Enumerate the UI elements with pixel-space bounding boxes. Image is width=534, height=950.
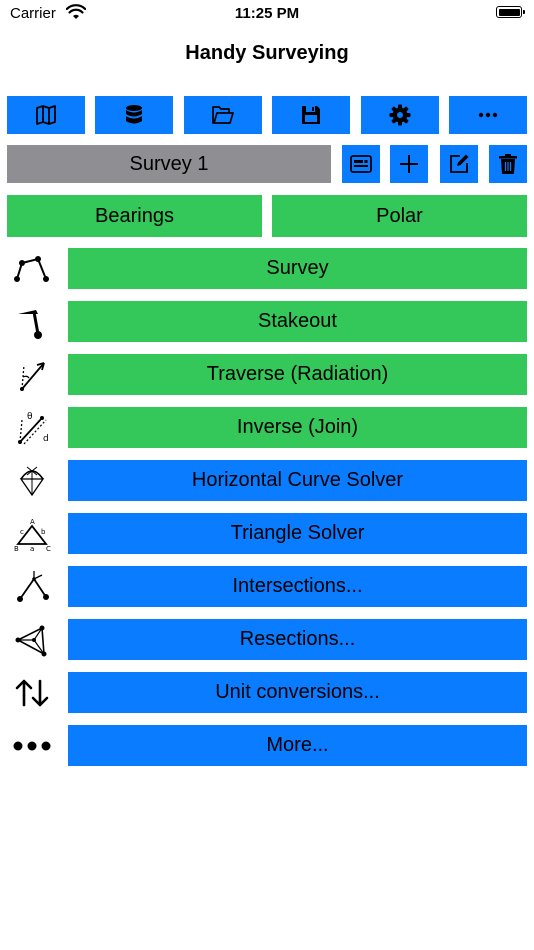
survey-name-field[interactable]: Survey 1	[7, 145, 331, 183]
polar-button[interactable]: Polar	[272, 195, 527, 237]
survey-icon	[8, 248, 56, 290]
edit-survey-button[interactable]	[440, 145, 478, 183]
stakeout-button[interactable]: Stakeout	[68, 301, 527, 342]
save-button[interactable]	[272, 96, 350, 134]
svg-text:θ: θ	[27, 412, 33, 422]
inverse-button[interactable]: Inverse (Join)	[68, 407, 527, 448]
traverse-button[interactable]: Traverse (Radiation)	[68, 354, 527, 395]
ellipsis-icon	[478, 112, 498, 118]
status-bar: Carrier 11:25 PM	[0, 0, 534, 28]
database-button[interactable]	[95, 96, 173, 134]
details-icon	[350, 155, 372, 173]
map-button[interactable]	[7, 96, 85, 134]
triangle-icon: A c b B a C	[8, 513, 56, 555]
triangle-solver-button[interactable]: Triangle Solver	[68, 513, 527, 554]
intersections-icon	[8, 566, 56, 608]
svg-text:c: c	[20, 528, 24, 536]
status-time: 11:25 PM	[234, 5, 300, 22]
unit-conversion-icon	[8, 672, 56, 714]
more-button[interactable]: More...	[68, 725, 527, 766]
bearings-button[interactable]: Bearings	[7, 195, 262, 237]
svg-text:C: C	[46, 545, 51, 553]
settings-button[interactable]	[361, 96, 439, 134]
folder-open-icon	[212, 106, 234, 124]
resections-icon	[8, 619, 56, 661]
survey-details-button[interactable]	[342, 145, 380, 183]
resections-button[interactable]: Resections...	[68, 619, 527, 660]
svg-text:A: A	[30, 518, 35, 526]
more-dots-icon	[8, 725, 56, 767]
svg-text:b: b	[41, 528, 46, 536]
save-icon	[302, 106, 320, 124]
add-survey-button[interactable]	[390, 145, 428, 183]
unit-conversions-button[interactable]: Unit conversions...	[68, 672, 527, 713]
page-title: Handy Surveying	[185, 42, 349, 64]
intersections-button[interactable]: Intersections...	[68, 566, 527, 607]
edit-icon	[450, 154, 469, 173]
svg-text:a: a	[30, 545, 34, 553]
curve-icon	[8, 460, 56, 502]
battery-icon	[496, 6, 525, 18]
inverse-icon: θ d	[8, 407, 56, 449]
plus-icon	[400, 155, 418, 173]
map-icon	[36, 105, 56, 125]
database-icon	[126, 105, 142, 124]
delete-survey-button[interactable]	[489, 145, 527, 183]
svg-text:B: B	[14, 545, 19, 553]
svg-text:d: d	[43, 434, 49, 444]
trash-icon	[499, 154, 517, 174]
survey-button[interactable]: Survey	[68, 248, 527, 289]
gear-icon	[389, 104, 411, 126]
traverse-icon	[8, 354, 56, 396]
open-folder-button[interactable]	[184, 96, 262, 134]
horizontal-curve-solver-button[interactable]: Horizontal Curve Solver	[68, 460, 527, 501]
more-options-button[interactable]	[449, 96, 527, 134]
stakeout-icon	[8, 301, 56, 343]
